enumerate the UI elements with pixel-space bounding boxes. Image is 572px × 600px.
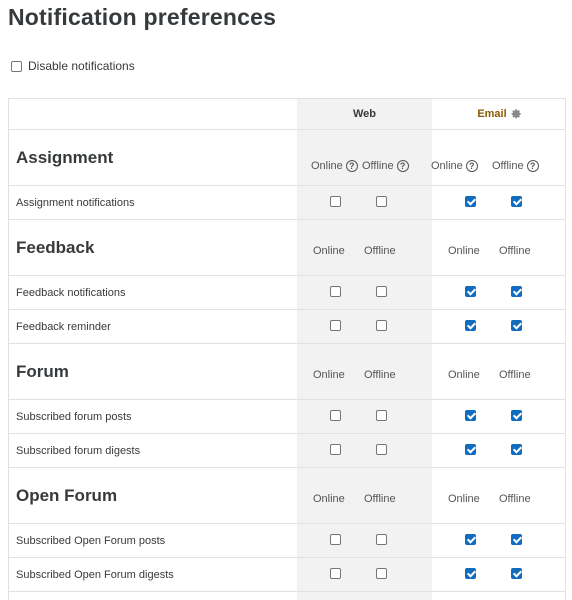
help-icon[interactable]: ? (396, 160, 409, 172)
section-title: Assignment (16, 148, 114, 167)
email-offline-checkbox[interactable] (511, 534, 522, 545)
web-online-checkbox[interactable] (330, 410, 341, 421)
column-sublabel-text: Offline (492, 160, 524, 172)
web-column-header: Web (352, 108, 377, 120)
notification-label: Feedback reminder (16, 321, 111, 333)
column-sublabel-text: Online (448, 245, 480, 257)
notification-label: Subscribed Open Forum digests (16, 569, 174, 581)
email-online-checkbox[interactable] (465, 534, 476, 545)
email-offline-label: Offline (499, 369, 531, 381)
column-sublabel-text: Offline (499, 369, 531, 381)
web-online-checkbox[interactable] (330, 196, 341, 207)
email-online-checkbox[interactable] (465, 320, 476, 331)
section-header-row: Forum Online Offline Online Offline (9, 344, 565, 400)
table-row: Subscribed Open Forum posts (9, 524, 565, 558)
web-offline-checkbox[interactable] (376, 320, 387, 331)
email-offline-label: Offline? (492, 160, 539, 172)
web-online-checkbox[interactable] (330, 444, 341, 455)
column-sublabel-text: Offline (364, 493, 396, 505)
column-sublabel-text: Offline (364, 245, 396, 257)
notification-label: Subscribed forum posts (16, 411, 132, 423)
web-online-label: Online (313, 245, 345, 257)
gear-icon[interactable] (510, 108, 522, 120)
email-online-label: Online (448, 369, 480, 381)
column-sublabel-text: Online (311, 160, 343, 172)
notification-label: Subscribed Open Forum posts (16, 535, 166, 547)
notification-label: Assignment notifications (16, 197, 135, 209)
web-online-checkbox[interactable] (330, 286, 341, 297)
help-icon[interactable]: ? (526, 160, 539, 172)
column-sublabel-text: Online (448, 369, 480, 381)
web-offline-checkbox[interactable] (376, 410, 387, 421)
web-online-label: Online (313, 369, 345, 381)
web-online-checkbox[interactable] (330, 568, 341, 579)
email-online-checkbox[interactable] (465, 410, 476, 421)
help-icon[interactable]: ? (345, 160, 358, 172)
column-sublabel-text: Offline (364, 369, 396, 381)
email-offline-checkbox[interactable] (511, 320, 522, 331)
email-online-checkbox[interactable] (465, 286, 476, 297)
notification-label: Feedback notifications (16, 287, 126, 299)
web-offline-checkbox[interactable] (376, 286, 387, 297)
email-online-label: Online (448, 493, 480, 505)
table-row: Subscribed forum posts (9, 400, 565, 434)
email-offline-label: Offline (499, 245, 531, 257)
web-online-label: Online? (311, 160, 358, 172)
web-online-checkbox[interactable] (330, 320, 341, 331)
table-row: Feedback reminder (9, 310, 565, 344)
web-online-checkbox[interactable] (330, 534, 341, 545)
help-icon[interactable]: ? (465, 160, 478, 172)
web-offline-checkbox[interactable] (376, 568, 387, 579)
web-offline-checkbox[interactable] (376, 196, 387, 207)
column-sublabel-text: Offline (499, 493, 531, 505)
column-sublabel-text: Offline (362, 160, 394, 172)
column-sublabel-text: Online (313, 369, 345, 381)
web-online-label: Online (313, 493, 345, 505)
section-title: Forum (16, 362, 69, 381)
web-offline-checkbox[interactable] (376, 444, 387, 455)
disable-notifications[interactable]: Disable notifications (11, 58, 135, 74)
table-row: Subscribed forum digests (9, 434, 565, 468)
email-column-header: Email (432, 99, 565, 129)
email-offline-label: Offline (499, 493, 531, 505)
web-offline-label: Offline (364, 369, 396, 381)
section-title: Open Forum (16, 486, 118, 505)
email-offline-checkbox[interactable] (511, 286, 522, 297)
table-header-row: Web Email (9, 99, 565, 130)
disable-notifications-checkbox[interactable] (11, 60, 22, 72)
table-row: Feedback notifications (9, 276, 565, 310)
web-offline-label: Offline (364, 493, 396, 505)
email-offline-checkbox[interactable] (511, 196, 522, 207)
preferences-table: Web Email Assignment Online? Offline? Onlin… (8, 98, 566, 600)
table-row: Assignment notifications (9, 186, 565, 220)
email-offline-checkbox[interactable] (511, 444, 522, 455)
column-sublabel-text: Online (313, 245, 345, 257)
column-sublabel-text: Online (431, 160, 463, 172)
email-online-checkbox[interactable] (465, 444, 476, 455)
email-online-checkbox[interactable] (465, 196, 476, 207)
section-header-row: Open Forum Online Offline Online Offline (9, 468, 565, 524)
web-offline-checkbox[interactable] (376, 534, 387, 545)
email-online-label: Online? (431, 160, 478, 172)
web-offline-label: Offline? (362, 160, 409, 172)
web-offline-label: Offline (364, 245, 396, 257)
column-sublabel-text: Offline (499, 245, 531, 257)
email-column-label: Email (477, 108, 507, 120)
email-offline-checkbox[interactable] (511, 568, 522, 579)
disable-notifications-label: Disable notifications (28, 59, 135, 73)
page-title: Notification preferences (8, 4, 277, 30)
email-online-label: Online (448, 245, 480, 257)
column-sublabel-text: Online (313, 493, 345, 505)
section-title: Feedback (16, 238, 95, 257)
table-row: Subscribed Open Forum digests (9, 558, 565, 592)
email-offline-checkbox[interactable] (511, 410, 522, 421)
section-header-row: Feedback Online Offline Online Offline (9, 220, 565, 276)
section-header-row: Assignment Online? Offline? Online? Offline? (9, 130, 565, 186)
notification-label: Subscribed forum digests (16, 445, 141, 457)
email-online-checkbox[interactable] (465, 568, 476, 579)
column-sublabel-text: Online (448, 493, 480, 505)
